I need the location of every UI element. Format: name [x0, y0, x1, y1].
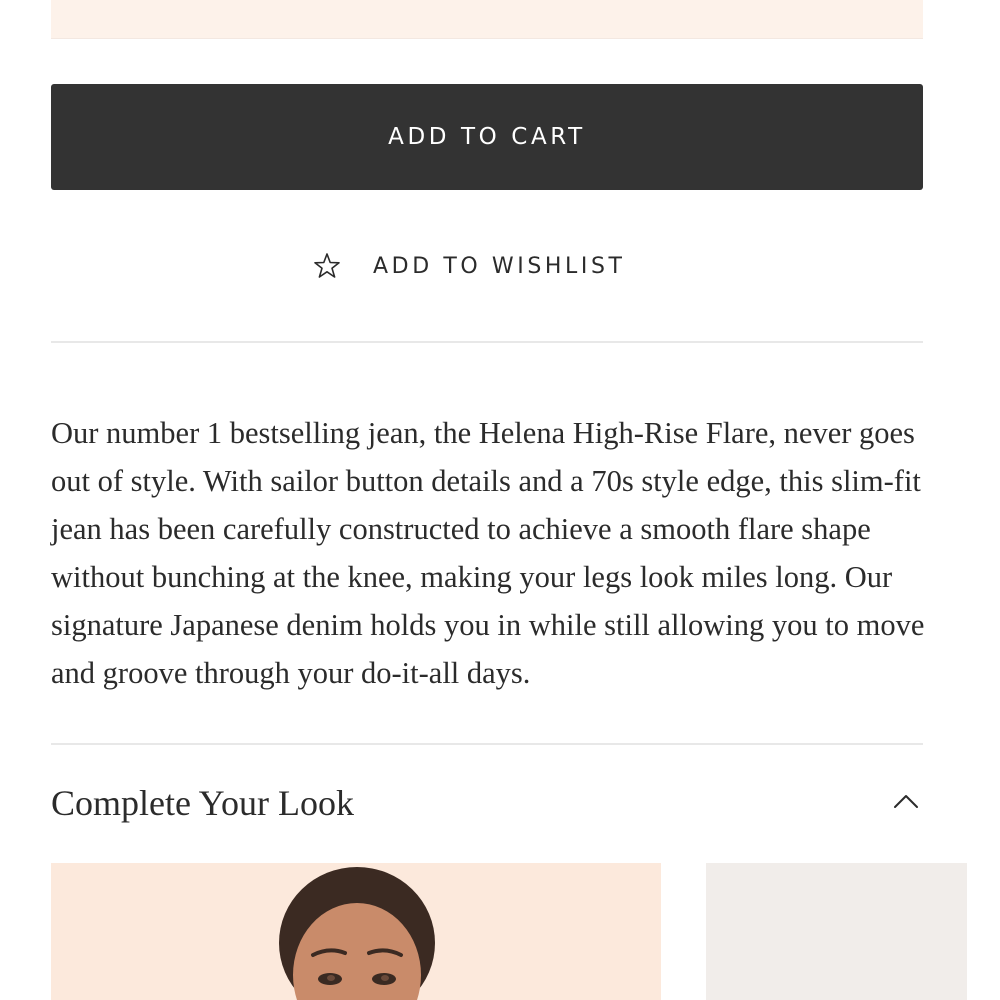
- star-outline-icon: [312, 251, 342, 281]
- look-product-card[interactable]: [51, 863, 661, 1000]
- complete-your-look-title: Complete Your Look: [51, 783, 355, 823]
- add-to-cart-button[interactable]: ADD TO CART: [51, 84, 923, 190]
- divider: [51, 341, 923, 343]
- wishlist-label: ADD TO WISHLIST: [373, 253, 626, 279]
- model-photo: [279, 867, 435, 1000]
- product-description: Our number 1 bestselling jean, the Helen…: [51, 416, 925, 690]
- add-to-wishlist-button[interactable]: ADD TO WISHLIST: [312, 248, 626, 284]
- divider: [51, 743, 923, 745]
- look-product-card[interactable]: [706, 863, 967, 1000]
- chevron-up-icon: [890, 786, 922, 814]
- collapse-toggle[interactable]: [890, 786, 922, 814]
- top-banner: [51, 0, 923, 39]
- product-page: ADD TO CART ADD TO WISHLIST Our number 1…: [0, 0, 1000, 1000]
